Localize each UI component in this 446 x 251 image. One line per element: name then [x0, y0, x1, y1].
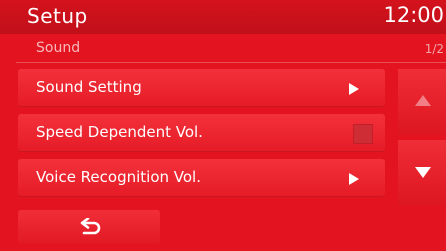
arrow-right-icon: [349, 173, 359, 185]
scroll-up-button[interactable]: [398, 69, 446, 135]
screen-title: Setup: [27, 4, 88, 28]
speed-dependent-vol-checkbox[interactable]: [353, 124, 373, 144]
scroll-down-button[interactable]: [398, 140, 446, 206]
back-button[interactable]: [18, 210, 160, 244]
menu-item-label: Speed Dependent Vol.: [36, 123, 203, 141]
triangle-up-icon: [415, 95, 431, 106]
arrow-right-icon: [349, 83, 359, 95]
setup-screen: Setup 12:00 Sound 1/2 Sound Setting Spee…: [0, 0, 446, 251]
clock: 12:00: [383, 3, 444, 27]
menu-item-speed-dependent-vol[interactable]: Speed Dependent Vol.: [18, 114, 385, 152]
page-indicator: 1/2: [424, 42, 444, 56]
title-bar: Setup 12:00: [0, 0, 446, 34]
triangle-down-icon: [415, 167, 431, 178]
menu-item-label: Voice Recognition Vol.: [36, 168, 201, 186]
return-arrow-icon: [80, 218, 101, 235]
section-title: Sound: [36, 40, 81, 56]
menu-item-label: Sound Setting: [36, 78, 142, 96]
section-header: Sound 1/2: [16, 38, 446, 63]
menu-item-sound-setting[interactable]: Sound Setting: [18, 69, 385, 107]
menu-item-voice-recognition-vol[interactable]: Voice Recognition Vol.: [18, 159, 385, 197]
